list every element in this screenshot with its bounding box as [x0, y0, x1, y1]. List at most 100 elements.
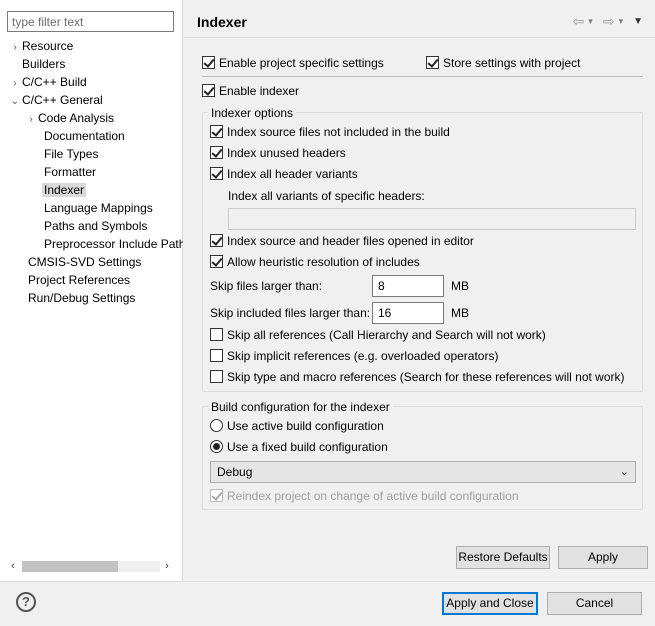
heuristic-resolution-checkbox[interactable]: Allow heuristic resolution of includes [210, 255, 420, 269]
checkbox-icon[interactable] [210, 167, 223, 181]
tree-item-cpp-build[interactable]: › C/C++ Build [8, 73, 87, 91]
index-opened-in-editor-checkbox[interactable]: Index source and header files opened in … [210, 234, 474, 248]
skip-type-macro-references-checkbox[interactable]: Skip type and macro references (Search f… [210, 370, 625, 384]
radio-label: Use active build configuration [227, 419, 384, 433]
checkbox-icon[interactable] [202, 56, 215, 70]
back-dropdown-icon[interactable]: ▾ [588, 16, 593, 27]
tree-item-file-types[interactable]: File Types [44, 145, 98, 163]
checkbox-label: Enable indexer [219, 84, 300, 98]
checkbox-icon[interactable] [210, 125, 223, 139]
skip-files-label: Skip files larger than: [210, 279, 323, 293]
enable-indexer-checkbox[interactable]: Enable indexer [202, 84, 299, 98]
tree-item-run-debug-settings[interactable]: Run/Debug Settings [28, 289, 135, 307]
tree-item-label: Indexer [42, 183, 87, 197]
dialog-footer: ? Apply and Close Cancel [0, 581, 655, 626]
tree-item-label: Resource [22, 39, 74, 53]
skip-included-input[interactable]: 16 [372, 302, 444, 324]
view-menu-icon[interactable]: ▼ [633, 16, 643, 27]
back-arrow-icon[interactable]: ⇦ [573, 13, 585, 30]
checkbox-label: Skip implicit references (e.g. overloade… [227, 349, 499, 363]
build-config-title: Build configuration for the indexer [208, 400, 393, 414]
checkbox-label: Allow heuristic resolution of includes [227, 255, 420, 269]
chevron-down-icon[interactable]: ⌄ [8, 93, 22, 111]
variants-label: Index all variants of specific headers: [228, 189, 425, 203]
skip-files-input[interactable]: 8 [372, 275, 444, 297]
checkbox-label: Enable project specific settings [219, 56, 384, 70]
preference-tree: › Resource Builders › C/C++ Build ⌄ C/C++ G… [0, 37, 183, 557]
forward-arrow-icon[interactable]: ⇨ [603, 13, 615, 30]
navigation-pane: ›Resource Builders ›C/C++ Build ⌄C/C++ G… [0, 0, 183, 581]
scrollbar-thumb[interactable] [22, 561, 118, 572]
checkbox-label: Reindex project on change of active buil… [227, 489, 519, 503]
checkbox-icon[interactable] [210, 489, 223, 503]
index-source-not-in-build-checkbox[interactable]: Index source files not included in the b… [210, 125, 450, 139]
separator [202, 76, 643, 77]
help-icon[interactable]: ? [16, 592, 36, 612]
tree-item-label: File Types [44, 147, 99, 161]
tree-item-code-analysis[interactable]: › Code Analysis [24, 109, 114, 127]
checkbox-icon[interactable] [426, 56, 439, 70]
chevron-right-icon[interactable]: › [24, 111, 38, 129]
scroll-left-icon[interactable]: ‹ [6, 559, 20, 574]
checkbox-label: Skip type and macro references (Search f… [227, 370, 625, 384]
forward-dropdown-icon[interactable]: ▾ [619, 16, 624, 27]
checkbox-icon[interactable] [210, 328, 223, 342]
tree-item-builders[interactable]: Builders [22, 55, 65, 73]
index-unused-headers-checkbox[interactable]: Index unused headers [210, 146, 346, 160]
use-active-config-radio[interactable]: Use active build configuration [210, 419, 384, 433]
checkbox-label: Skip all references (Call Hierarchy and … [227, 328, 546, 342]
page-header: Indexer ⇦ ▾ ⇨ ▾ ▼ [184, 0, 655, 38]
tree-item-language-mappings[interactable]: Language Mappings [44, 199, 153, 217]
tree-item-label: CMSIS-SVD Settings [28, 255, 142, 269]
restore-defaults-button[interactable]: Restore Defaults [456, 546, 550, 569]
store-with-project-checkbox[interactable]: Store settings with project [426, 56, 580, 70]
checkbox-label: Index all header variants [227, 167, 358, 181]
index-all-header-variants-checkbox[interactable]: Index all header variants [210, 167, 358, 181]
tree-item-label: Preprocessor Include Paths [44, 237, 183, 251]
checkbox-icon[interactable] [210, 370, 223, 384]
tree-item-resource[interactable]: › Resource [8, 37, 73, 55]
tree-item-label: C/C++ Build [22, 75, 87, 89]
skip-all-references-checkbox[interactable]: Skip all references (Call Hierarchy and … [210, 328, 546, 342]
tree-item-label: Formatter [44, 165, 97, 179]
skip-implicit-references-checkbox[interactable]: Skip implicit references (e.g. overloade… [210, 349, 498, 363]
radio-icon[interactable] [210, 419, 223, 433]
tree-item-label: Project References [28, 273, 131, 287]
indexer-options-title: Indexer options [208, 106, 297, 120]
navigation-controls: ⇦ ▾ ⇨ ▾ ▼ [573, 13, 643, 30]
skip-files-unit: MB [451, 279, 469, 293]
tree-item-preprocessor-include-paths[interactable]: Preprocessor Include Paths [44, 235, 183, 253]
radio-icon[interactable] [210, 440, 223, 454]
tree-item-documentation[interactable]: Documentation [44, 127, 125, 145]
checkbox-label: Store settings with project [443, 56, 581, 70]
filter-input[interactable] [7, 11, 174, 32]
checkbox-icon[interactable] [210, 146, 223, 160]
enable-project-specific-checkbox[interactable]: Enable project specific settings [202, 56, 384, 70]
reindex-checkbox[interactable]: Reindex project on change of active buil… [210, 489, 519, 503]
tree-item-indexer[interactable]: Indexer [42, 181, 87, 199]
tree-item-formatter[interactable]: Formatter [44, 163, 96, 181]
variants-input[interactable] [228, 208, 636, 230]
horizontal-scrollbar[interactable]: ‹ › [6, 559, 176, 574]
page-title: Indexer [197, 14, 247, 30]
tree-item-label: Documentation [44, 129, 125, 143]
tree-item-cpp-general[interactable]: ⌄ C/C++ General [8, 91, 103, 109]
tree-item-cmsis-svd-settings[interactable]: CMSIS-SVD Settings [28, 253, 141, 271]
chevron-down-icon: ⌄ [619, 466, 629, 478]
apply-and-close-button[interactable]: Apply and Close [442, 592, 538, 615]
checkbox-icon[interactable] [210, 234, 223, 248]
checkbox-icon[interactable] [210, 349, 223, 363]
tree-item-paths-and-symbols[interactable]: Paths and Symbols [44, 217, 147, 235]
build-config-select[interactable]: Debug ⌄ [210, 461, 636, 483]
checkbox-icon[interactable] [210, 255, 223, 269]
checkbox-icon[interactable] [202, 84, 215, 98]
tree-item-project-references[interactable]: Project References [28, 271, 130, 289]
cancel-button[interactable]: Cancel [547, 592, 642, 615]
scroll-right-icon[interactable]: › [160, 559, 174, 574]
scrollbar-track[interactable] [22, 561, 160, 572]
tree-item-label: Run/Debug Settings [28, 291, 136, 305]
chevron-right-icon[interactable]: › [8, 39, 22, 57]
radio-label: Use a fixed build configuration [227, 440, 388, 454]
apply-button[interactable]: Apply [558, 546, 648, 569]
use-fixed-config-radio[interactable]: Use a fixed build configuration [210, 440, 388, 454]
